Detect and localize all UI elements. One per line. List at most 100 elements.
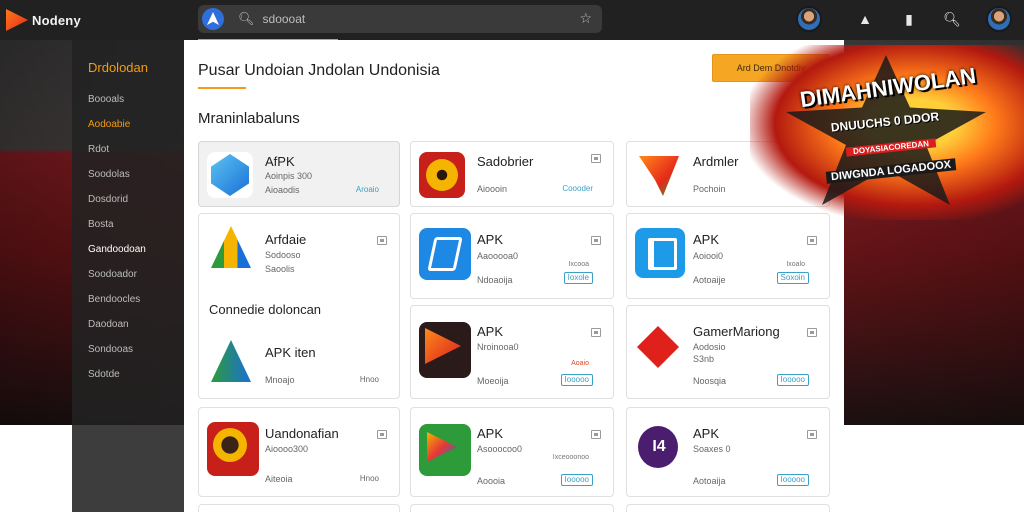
app-name[interactable]: Arfdaie [265,232,306,247]
download-icon[interactable] [591,236,601,245]
app-name: GamerMariong [693,324,780,339]
app-meta: Aoinpis 300 [265,171,313,181]
search-icon[interactable]: 🔍︎ [943,10,961,28]
app-badge[interactable]: Iooooo [560,374,593,386]
app-icon [419,322,471,378]
app-name: APK [477,324,504,339]
app-meta: Moeoija [477,376,509,386]
app-name: Ardmler [693,154,739,169]
app-card[interactable]: Sadobrier Aioooin Coooder [410,141,614,207]
app-badge[interactable]: Iooooo [776,374,809,386]
app-tag: Aoaio [571,360,589,367]
app-name: APK [477,232,504,247]
sidebar-item[interactable]: Daodoan [88,319,129,330]
brand-name: Nodeny [32,12,81,28]
app-name: APK [693,426,720,441]
app-tag: Ixcooa [568,261,589,268]
app-icon [419,424,471,476]
app-meta: Sodooso [265,250,301,260]
app-meta: Hnoo [359,375,379,384]
search-bar[interactable]: 🔍︎ ☆ [198,5,602,33]
app-meta: Soaxes 0 [693,444,731,454]
download-icon[interactable] [591,154,601,163]
app-badge[interactable]: Coooder [562,184,593,194]
avatar[interactable] [796,6,822,32]
brand-logo-icon [6,9,28,31]
app-icon [635,228,685,278]
sidebar-item[interactable]: Sondooas [88,344,133,355]
app-meta: Aotoaija [693,476,726,486]
app-meta: Aioooo300 [265,444,309,454]
app-meta: Mnoajo [265,375,295,385]
app-icon [207,422,259,476]
star-icon[interactable]: ☆ [579,10,592,27]
download-icon[interactable] [807,328,817,337]
app-card[interactable]: APK Aoiooi0 Ixoalo Aotoaije Soxoin [626,213,830,299]
sidebar-item[interactable]: Soodoador [88,269,137,280]
app-icon [419,228,471,280]
promo-banner[interactable]: DIMAHNIWOLAN DNUUCHS 0 DDOR DOYASIACORED… [750,45,1024,220]
brand[interactable]: Nodeny [6,6,81,34]
app-meta: Aodosio [693,342,726,352]
sidebar-item[interactable]: Rdot [88,144,109,155]
main-panel: Pusar Undoian Jndolan Undonisia Ard Dem … [184,40,844,512]
app-badge[interactable]: Ioxole [563,272,593,284]
app-badge[interactable]: Iooooo [560,474,593,486]
sidebar-item[interactable]: Sdotde [88,369,120,380]
sidebar-item[interactable]: Soodolas [88,169,130,180]
app-card[interactable]: OT GamerMariong Aodosio S3nb Noosqia Ioo… [626,305,830,399]
app-name: APK [693,232,720,247]
download-icon[interactable] [377,430,387,439]
sidebar-item[interactable]: Bendoocles [88,294,140,305]
app-card[interactable]: APK Nroinooa0 Aoaio Moeoija Iooooo [410,305,614,399]
app-card[interactable]: APK Asooocoo0 Ixceooonoo Aoooia Iooooo [410,407,614,497]
sidebar-item-active[interactable]: Aodoabie [88,119,130,130]
app-meta: Noosqia [693,376,727,386]
app-icon-label: I4 [652,438,666,455]
bookmark-icon[interactable]: ▮ [900,10,918,28]
app-meta: Aotoaije [693,275,726,285]
app-card[interactable]: AfPK Aoinpis 300 Aioaodis Aroaio [198,141,400,207]
sidebar-item[interactable]: Boooals [88,94,124,105]
subsection-title: Connedie doloncan [209,302,322,317]
app-name[interactable]: APK iten [265,345,316,360]
app-card[interactable]: I4 APK Soaxes 0 Aotoaija Iooooo [626,407,830,497]
app-meta: Nroinooa0 [477,342,519,352]
app-badge[interactable]: Soxoin [776,272,809,284]
app-card[interactable] [626,504,830,512]
app-meta: Ndoaoija [477,275,513,285]
shapes-icon[interactable]: ▲ [856,10,874,28]
download-icon[interactable] [377,236,387,245]
download-icon[interactable] [591,430,601,439]
sidebar-item[interactable]: Gandoodoan [88,244,146,255]
app-card[interactable] [198,504,400,512]
app-card-group: Arfdaie Sodooso Saoolis Connedie dolonca… [198,213,400,399]
app-badge[interactable]: Aroaio [356,185,379,195]
app-card[interactable] [410,504,614,512]
download-icon[interactable] [807,430,817,439]
section-title: Mraninlabaluns [198,110,300,127]
download-icon[interactable] [591,328,601,337]
app-icon [207,224,253,270]
app-meta: S3nb [693,354,715,364]
app-meta: Hnoo [359,474,379,483]
app-name: Uandonafian [265,426,339,441]
sidebar-item[interactable]: Dosdorid [88,194,128,205]
app-name: APK [477,426,504,441]
profile-avatar[interactable] [986,6,1012,32]
app-meta: Aoiooi0 [693,251,724,261]
app-card[interactable]: Uandonafian Aioooo300 Aiteoia Hnoo [198,407,400,497]
top-bar: Nodeny 🔍︎ ☆ ▲ ▮ 🔍︎ [0,0,1024,40]
search-input[interactable] [262,12,563,26]
app-tag: Ixoalo [786,261,805,268]
app-badge[interactable]: Iooooo [776,474,809,486]
app-name: AfPK [265,154,295,169]
sidebar-title[interactable]: Drdolodan [88,60,148,75]
app-meta: Aoooia [477,476,506,486]
search-icon: 🔍︎ [238,11,255,26]
app-icon: OT [635,324,681,370]
app-icon-label: OT [648,338,668,354]
app-card[interactable]: APK Aaooooa0 Ixcooa Ndoaoija Ioxole [410,213,614,299]
download-icon[interactable] [807,236,817,245]
sidebar-item[interactable]: Bosta [88,219,114,230]
